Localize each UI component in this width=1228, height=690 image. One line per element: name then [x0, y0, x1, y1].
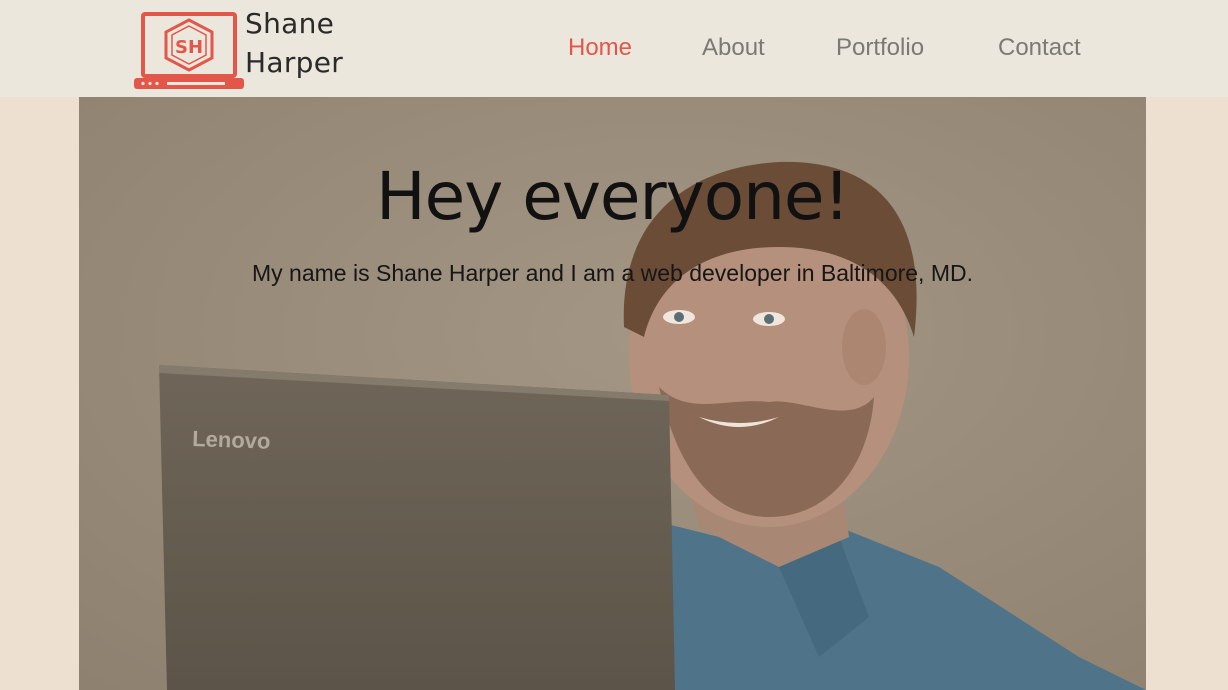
nav-about[interactable]: About	[702, 31, 765, 65]
nav-portfolio[interactable]: Portfolio	[836, 31, 924, 65]
nav-contact[interactable]: Contact	[998, 31, 1081, 65]
logo-monogram: SH	[175, 37, 203, 58]
laptop-brand-logo: Lenovo	[192, 426, 271, 454]
logo-first-name: Shane	[245, 7, 335, 40]
nav-home[interactable]: Home	[568, 31, 632, 65]
hero-title: Hey everyone!	[375, 158, 850, 235]
site-logo[interactable]: SH Shane Harper	[133, 4, 353, 89]
logo-last-name: Harper	[245, 46, 344, 79]
logo-text: Shane Harper	[245, 4, 343, 82]
hero-subtitle: My name is Shane Harper and I am a web d…	[252, 260, 973, 286]
hero-section: Lenovo Hey everyone! My name is Shane Ha…	[79, 97, 1146, 690]
laptop-logo-icon: SH	[134, 12, 244, 89]
site-header: SH Shane Harper Home About Portfolio Con…	[0, 0, 1228, 97]
